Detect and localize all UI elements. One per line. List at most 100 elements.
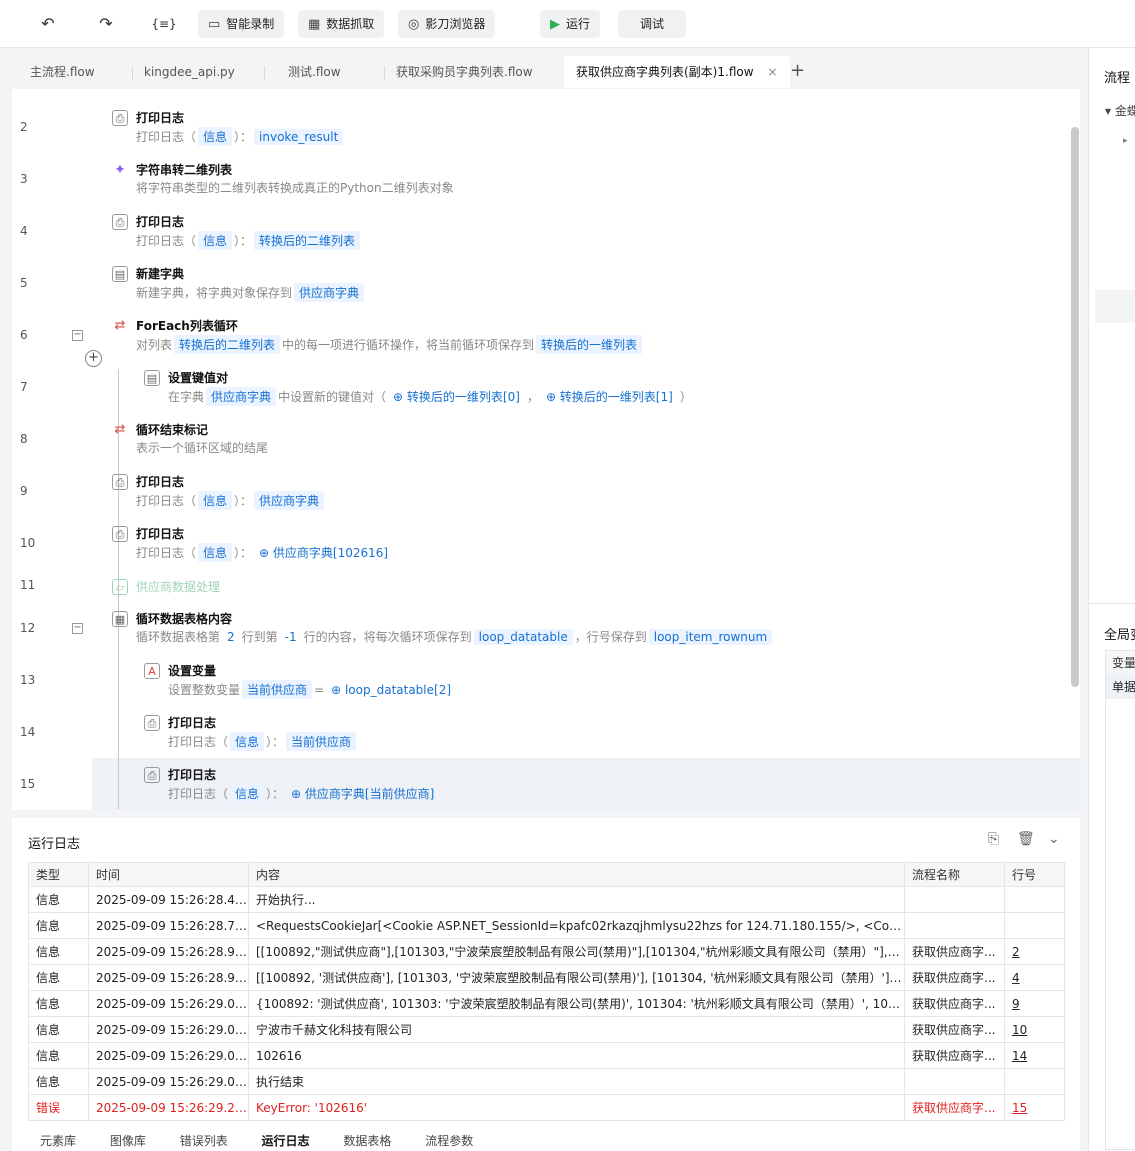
desc-text: 设置整数变量	[168, 683, 241, 697]
param-chip[interactable]: 信息	[198, 543, 233, 562]
tab-supplier-dict-copy[interactable]: 获取供应商字典列表(副本)1.flow ×	[564, 56, 790, 88]
log-row[interactable]: 信息 2025-09-09 15:26:29.009 102616 获取供应商字...…	[28, 1042, 1065, 1069]
log-flow	[904, 912, 1005, 939]
debug-button[interactable]: 调试	[618, 10, 686, 38]
log-row[interactable]: 信息 2025-09-09 15:26:28.999 [[100892, '测试供应…	[28, 964, 1065, 991]
variable-chip[interactable]: 供应商字典	[254, 491, 325, 510]
variable-chip[interactable]: loop_item_rownum	[648, 629, 773, 645]
tree-expand-icon[interactable]: ▸	[1123, 136, 1128, 146]
desc-text: ，	[526, 390, 539, 404]
variable-chip[interactable]: 转换后的二维列表	[254, 231, 361, 250]
expression-chip[interactable]: ⊕ 转换后的一维列表[0]	[388, 387, 525, 406]
tab-image-library[interactable]: 图像库	[110, 1132, 146, 1149]
step-desc: 打印日志（ 信息）： 当前供应商	[168, 732, 358, 751]
variable-chip[interactable]: 转换后的二维列表	[174, 335, 281, 354]
param-chip[interactable]: 信息	[198, 127, 233, 146]
log-row[interactable]: 信息 2025-09-09 15:26:28.788 <RequestsCookie…	[28, 912, 1065, 939]
log-line-link[interactable]: 4	[1004, 964, 1065, 991]
log-line-link[interactable]: 9	[1004, 990, 1065, 1017]
tab-buyer-dict-flow[interactable]: 获取采购员字典列表.flow	[396, 56, 533, 88]
line-number: 8	[20, 432, 28, 446]
line-number: 14	[20, 725, 36, 739]
editor-scrollbar[interactable]	[1071, 127, 1079, 687]
variable-chip[interactable]: 当前供应商	[242, 680, 313, 699]
tab-data-table[interactable]: 数据表格	[343, 1132, 391, 1149]
desc-text: 行到第	[241, 630, 278, 644]
step-desc: 表示一个循环区域的结尾	[136, 441, 269, 455]
tab-kingdee-api[interactable]: kingdee_api.py	[144, 56, 235, 88]
param-chip[interactable]: -1	[280, 629, 302, 645]
expression-chip[interactable]: ⊕ 供应商字典[102616]	[254, 543, 393, 562]
tree-item[interactable]: ▾ 金蝶	[1105, 102, 1135, 119]
variable-chip[interactable]: 供应商字典	[206, 387, 277, 406]
log-row[interactable]: 信息 2025-09-09 15:26:28.994 [[100892,"测试供应商…	[28, 938, 1065, 965]
tab-main-flow[interactable]: 主流程.flow	[30, 56, 95, 88]
sparkle-icon: ✦	[114, 162, 126, 178]
redo-icon[interactable]: ↷	[92, 12, 120, 36]
line-number: 10	[20, 536, 36, 550]
col-time: 时间	[88, 862, 249, 887]
param-chip[interactable]: 信息	[230, 784, 265, 803]
right-panel: 流程 ▾ 金蝶 ▸ 全局变 变量 单据	[1088, 48, 1135, 1151]
log-row-error[interactable]: 错误 2025-09-09 15:26:29.292 KeyError: '1026…	[28, 1094, 1065, 1121]
variable-chip[interactable]: loop_datatable	[473, 629, 573, 645]
variable-chip[interactable]: 当前供应商	[286, 732, 357, 751]
log-type: 信息	[28, 912, 89, 939]
log-line-link[interactable]: 2	[1004, 938, 1065, 965]
log-row[interactable]: 信息 2025-09-09 15:26:29.006 {100892: '测试供应商…	[28, 990, 1065, 1017]
expression-chip[interactable]: ⊕ 转换后的一维列表[1]	[541, 387, 678, 406]
run-button[interactable]: ▶ 运行	[540, 10, 601, 38]
var-row[interactable]: 单据	[1106, 675, 1135, 699]
variable-set-icon: A	[144, 663, 160, 679]
tab-flow-params[interactable]: 流程参数	[425, 1132, 473, 1149]
add-tab-icon[interactable]: +	[790, 61, 805, 81]
close-icon[interactable]: ×	[768, 65, 778, 79]
variable-chip[interactable]: invoke_result	[254, 129, 344, 145]
export-icon[interactable]: ⎘	[988, 831, 999, 847]
log-flow	[904, 886, 1005, 913]
log-line-link[interactable]: 15	[1004, 1094, 1065, 1121]
expression-chip[interactable]: ⊕ 供应商字典[当前供应商]	[286, 784, 439, 803]
log-header-row: 类型 时间 内容 流程名称 行号	[28, 862, 1065, 887]
tab-error-list[interactable]: 错误列表	[180, 1132, 228, 1149]
log-line-link[interactable]: 10	[1004, 1016, 1065, 1043]
step-title: 打印日志	[136, 527, 185, 541]
step-title: 新建字典	[136, 267, 185, 281]
smart-record-button[interactable]: ▭ 智能录制	[198, 10, 285, 38]
tree-selected-row[interactable]	[1095, 290, 1135, 323]
tab-run-log[interactable]: 运行日志	[262, 1132, 310, 1149]
table-loop-icon: ▦	[112, 611, 128, 627]
variable-icon[interactable]: {≡}	[150, 12, 178, 36]
log-row[interactable]: 信息 2025-09-09 15:26:29.090 执行结束	[28, 1068, 1065, 1095]
variable-chip[interactable]: 供应商字典	[294, 283, 365, 302]
line-number: 4	[20, 224, 28, 238]
tab-element-library[interactable]: 元素库	[40, 1132, 76, 1149]
log-time: 2025-09-09 15:26:28.994	[88, 938, 249, 965]
step-title: ForEach列表循环	[136, 319, 238, 333]
browser-button[interactable]: ◎ 影刀浏览器	[398, 10, 496, 38]
log-row[interactable]: 信息 2025-09-09 15:26:29.006 宁波市千赫文化科技有限公司 获取…	[28, 1016, 1065, 1043]
param-chip[interactable]: 2	[222, 629, 240, 645]
log-line-link[interactable]: 14	[1004, 1042, 1065, 1069]
variable-chip[interactable]: 转换后的一维列表	[536, 335, 643, 354]
line-number: 3	[20, 172, 28, 186]
collapse-toggle[interactable]: −	[72, 623, 83, 634]
chevron-down-icon[interactable]: ⌄	[1048, 831, 1060, 847]
param-chip[interactable]: 信息	[198, 231, 233, 250]
tab-test-flow[interactable]: 测试.flow	[288, 56, 341, 88]
line-number: 9	[20, 484, 28, 498]
param-chip[interactable]: 信息	[230, 732, 265, 751]
log-row[interactable]: 信息 2025-09-09 15:26:28.442 开始执行...	[28, 886, 1065, 913]
add-step-icon[interactable]: +	[85, 350, 102, 367]
printer-icon: ⎙	[144, 767, 160, 783]
param-chip[interactable]: 信息	[198, 491, 233, 510]
step-desc: 对列表 转换后的二维列表 中的每一项进行循环操作，将当前循环项保存到 转换后的一维列表	[136, 335, 644, 354]
expression-chip[interactable]: ⊕ loop_datatable[2]	[326, 682, 456, 698]
undo-icon[interactable]: ↶	[34, 12, 62, 36]
log-content: {100892: '测试供应商', 101303: '宁波荣宸塑胶制品有限公司(…	[248, 990, 905, 1017]
trash-icon[interactable]: 🗑	[1017, 831, 1035, 847]
collapse-toggle[interactable]: −	[72, 330, 83, 341]
printer-icon: ⎙	[112, 526, 128, 542]
data-grab-button[interactable]: ▦ 数据抓取	[298, 10, 385, 38]
tab-separator	[264, 66, 265, 80]
